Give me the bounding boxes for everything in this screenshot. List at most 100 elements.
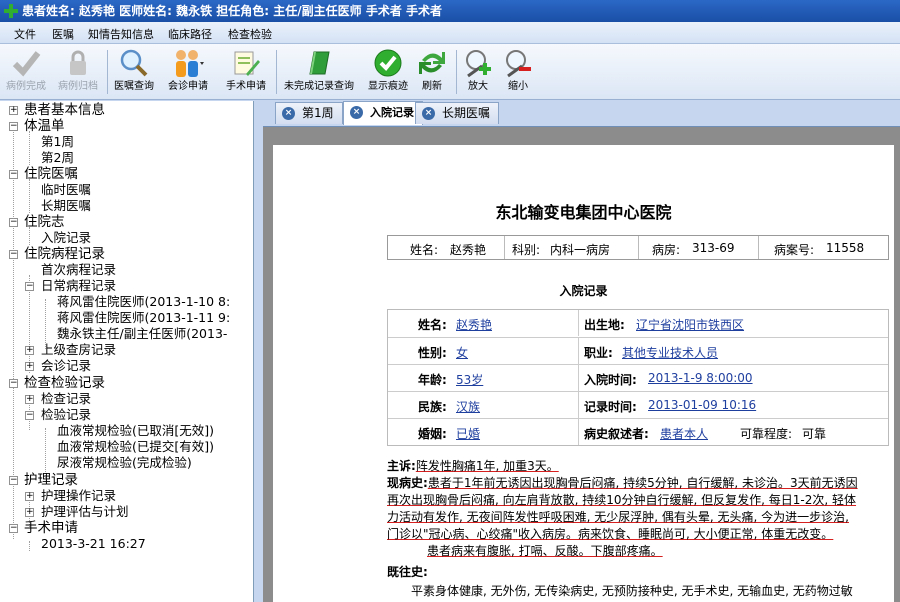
info-row: 姓名: 赵秀艳 出生地: 辽宁省沈阳市铁西区 <box>388 310 888 337</box>
zoom-in-button[interactable]: 放大 <box>460 46 496 98</box>
collapse-toggle-icon[interactable]: − <box>9 218 18 227</box>
tree-node-nursing-ops[interactable]: 护理操作记录 <box>41 488 116 504</box>
reliability: 可靠 <box>802 427 827 441</box>
document-pane: × 第1周 × 入院记录 × 长期医嘱 东北输变电集团中心医院 姓名: 赵秀艳 … <box>255 101 900 602</box>
tree-node-progress-entry-3[interactable]: 魏永铁主任/副主任医师(2013- <box>57 326 227 342</box>
tree-node-exam-record[interactable]: 检查记录 <box>41 391 91 407</box>
marital-status: 已婚 <box>456 427 481 441</box>
tab-week1[interactable]: × 第1周 <box>275 102 343 124</box>
tree-node-admission-notes[interactable]: 住院志 <box>24 214 65 230</box>
tree-node-daily-progress[interactable]: 日常病程记录 <box>41 278 116 294</box>
age: 53岁 <box>456 373 484 387</box>
case-complete-button[interactable]: 病例完成 <box>4 46 48 98</box>
tree-node-progress-records[interactable]: 住院病程记录 <box>24 246 105 262</box>
toolbar: 病例完成 病例归档 医嘱查询 会诊申请 手术申请 未完成记录查询 显示痕迹 刷新… <box>0 44 900 100</box>
form-pencil-icon <box>234 51 260 76</box>
tree-node-lab-entry-3[interactable]: 尿液常规检验(完成检验) <box>57 455 192 471</box>
document-viewport[interactable]: 东北输变电集团中心医院 姓名: 赵秀艳 科别: 内科一病房 病房: 313-69… <box>263 126 900 602</box>
tree-node-patient-info[interactable]: 患者基本信息 <box>24 102 105 118</box>
collapse-toggle-icon[interactable]: − <box>25 282 34 291</box>
header-ward: 313-69 <box>692 241 735 255</box>
patient-info-grid: 姓名: 赵秀艳 出生地: 辽宁省沈阳市铁西区 性别: 女 职业: 其他专业技术人… <box>387 309 889 446</box>
refresh-button[interactable]: 刷新 <box>414 46 450 98</box>
close-icon[interactable]: × <box>350 106 363 119</box>
info-row: 民族: 汉族 记录时间: 2013-01-09 10:16 <box>388 391 888 418</box>
menu-consent-info[interactable]: 知情告知信息 <box>88 26 154 42</box>
tree-node-nursing[interactable]: 护理记录 <box>24 472 78 488</box>
tree-node-surgery-entry[interactable]: 2013-3-21 16:27 <box>41 536 146 552</box>
info-row: 婚姻: 已婚 病史叙述者: 患者本人 可靠程度: 可靠 <box>388 418 888 445</box>
collapse-toggle-icon[interactable]: − <box>25 411 34 420</box>
menu-exam[interactable]: 检查检验 <box>228 26 272 42</box>
record-tree: + 患者基本信息 − 体温单 第1周 第2周 − 住院医嘱 临时医嘱 长期医嘱 … <box>0 101 254 602</box>
menu-orders[interactable]: 医嘱 <box>52 26 74 42</box>
tree-node-long-orders[interactable]: 长期医嘱 <box>41 198 91 214</box>
tab-admission-record[interactable]: × 入院记录 <box>343 101 423 125</box>
chief-complaint: 阵发性胸痛1年, 加重3天。 <box>415 459 559 473</box>
tree-node-week2[interactable]: 第2周 <box>41 150 74 166</box>
expand-toggle-icon[interactable]: + <box>25 492 34 501</box>
zoom-in-icon <box>466 50 491 78</box>
menu-bar: 文件 医嘱 知情告知信息 临床路径 检查检验 <box>0 22 900 44</box>
title-bar: 患者姓名: 赵秀艳 医师姓名: 魏永铁 担任角色: 主任/副主任医师 手术者 手… <box>0 0 900 22</box>
order-query-button[interactable]: 医嘱查询 <box>110 46 158 98</box>
record-title: 入院记录 <box>559 284 608 298</box>
collapse-toggle-icon[interactable]: − <box>9 122 18 131</box>
info-row: 年龄: 53岁 入院时间: 2013-1-9 8:00:00 <box>388 364 888 391</box>
tree-node-exam-records[interactable]: 检查检验记录 <box>24 375 105 391</box>
consult-request-button[interactable]: 会诊申请 <box>160 46 216 98</box>
header-case-number: 11558 <box>826 241 865 255</box>
hpi-line: 力活动有发作, 无夜间阵发性呼吸困难, 无少尿浮肿, 偶有头晕, 无头痛, 今为… <box>387 510 849 524</box>
tree-node-admission-record[interactable]: 入院记录 <box>41 230 91 246</box>
tree-node-surgery[interactable]: 手术申请 <box>24 520 78 536</box>
expand-toggle-icon[interactable]: + <box>25 346 34 355</box>
menu-clinical-path[interactable]: 临床路径 <box>168 26 212 42</box>
expand-toggle-icon[interactable]: + <box>25 362 34 371</box>
tree-node-inpatient-orders[interactable]: 住院医嘱 <box>24 166 78 182</box>
magnifier-icon <box>120 49 148 77</box>
tree-node-progress-entry-1[interactable]: 蒋风雷住院医师(2013-1-10 8: <box>57 294 230 310</box>
window-title: 患者姓名: 赵秀艳 医师姓名: 魏永铁 担任角色: 主任/副主任医师 手术者 手… <box>22 4 443 18</box>
tree-node-lab-entry-2[interactable]: 血液常规检验(已提交[有效]) <box>57 439 214 455</box>
hospital-name: 东北输变电集团中心医院 <box>495 203 672 222</box>
occupation: 其他专业技术人员 <box>622 346 719 360</box>
collapse-toggle-icon[interactable]: − <box>9 379 18 388</box>
tree-node-nursing-plan[interactable]: 护理评估与计划 <box>41 504 129 520</box>
tree-node-temperature[interactable]: 体温单 <box>24 118 65 134</box>
expand-toggle-icon[interactable]: + <box>25 395 34 404</box>
expand-toggle-icon[interactable]: + <box>9 106 18 115</box>
past-history-line: 平素身体健康, 无外伤, 无传染病史, 无预防接种史, 无手术史, 无输血史, … <box>411 584 853 598</box>
tree-node-lab-entry-1[interactable]: 血液常规检验(已取消[无效]) <box>57 423 214 439</box>
app-plus-icon <box>4 4 18 18</box>
collapse-toggle-icon[interactable]: − <box>9 524 18 533</box>
tree-node-week1[interactable]: 第1周 <box>41 134 74 150</box>
case-archive-button[interactable]: 病例归档 <box>54 46 102 98</box>
expand-toggle-icon[interactable]: + <box>25 508 34 517</box>
tab-long-orders[interactable]: × 长期医嘱 <box>415 102 500 124</box>
info-row: 性别: 女 职业: 其他专业技术人员 <box>388 337 888 364</box>
ethnicity: 汉族 <box>456 400 481 414</box>
header-department: 内科一病房 <box>550 243 611 257</box>
refresh-icon <box>419 52 445 74</box>
zoom-out-button[interactable]: 缩小 <box>500 46 536 98</box>
tree-node-temp-orders[interactable]: 临时医嘱 <box>41 182 91 198</box>
tab-strip: × 第1周 × 入院记录 × 长期医嘱 <box>255 101 900 125</box>
close-icon[interactable]: × <box>422 107 435 120</box>
collapse-toggle-icon[interactable]: − <box>9 476 18 485</box>
tree-node-consult-record[interactable]: 会诊记录 <box>41 358 91 374</box>
menu-file[interactable]: 文件 <box>14 26 36 42</box>
tree-node-first-progress[interactable]: 首次病程记录 <box>41 262 116 278</box>
close-icon[interactable]: × <box>282 107 295 120</box>
collapse-toggle-icon[interactable]: − <box>9 250 18 259</box>
tree-node-rounds-record[interactable]: 上级查房记录 <box>41 342 116 358</box>
record-time: 2013-01-09 10:16 <box>648 398 757 412</box>
past-history-label: 既往史: <box>387 565 428 579</box>
collapse-toggle-icon[interactable]: − <box>9 170 18 179</box>
surgery-request-button[interactable]: 手术申请 <box>220 46 272 98</box>
header-patient-name: 赵秀艳 <box>450 243 487 257</box>
people-icon <box>176 50 204 77</box>
tree-node-lab-record[interactable]: 检验记录 <box>41 407 91 423</box>
tree-node-progress-entry-2[interactable]: 蒋风雷住院医师(2013-1-11 9: <box>57 310 230 326</box>
show-traces-button[interactable]: 显示痕迹 <box>363 46 413 98</box>
incomplete-record-query-button[interactable]: 未完成记录查询 <box>280 46 358 98</box>
